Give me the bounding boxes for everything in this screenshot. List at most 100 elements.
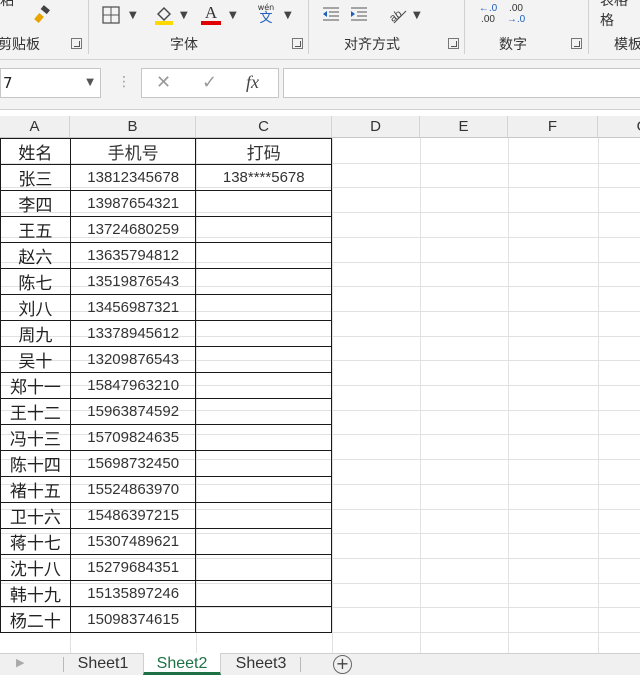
tab-sheet1[interactable]: Sheet1 [64, 653, 142, 675]
name-cell[interactable]: 陈十四 [0, 450, 71, 477]
masked-cell[interactable] [195, 580, 332, 607]
masked-cell[interactable] [195, 476, 332, 503]
group-divider [88, 0, 89, 54]
masked-cell[interactable]: 138****5678 [195, 164, 332, 191]
table-row: 沈十八 15279684351 [0, 554, 332, 581]
masked-cell[interactable] [195, 554, 332, 581]
masked-cell[interactable] [195, 424, 332, 451]
name-cell[interactable]: 褚十五 [0, 476, 71, 503]
phone-cell[interactable]: 15307489621 [69, 528, 197, 555]
header-cell[interactable]: 打码 [195, 138, 332, 165]
name-cell[interactable]: 张三 [0, 164, 71, 191]
phone-cell[interactable]: 15486397215 [69, 502, 197, 529]
phone-cell[interactable]: 13987654321 [69, 190, 197, 217]
column-header-d[interactable]: D [332, 116, 420, 138]
name-cell[interactable]: 王五 [0, 216, 71, 243]
confirm-entry-icon[interactable]: ✓ [202, 72, 217, 93]
masked-cell[interactable] [195, 606, 332, 633]
name-cell[interactable]: 韩十九 [0, 580, 71, 607]
alignment-launcher-icon[interactable] [448, 38, 459, 49]
masked-cell[interactable] [195, 268, 332, 295]
header-cell[interactable]: 姓名 [0, 138, 71, 165]
name-cell[interactable]: 王十二 [0, 398, 71, 425]
phone-cell[interactable]: 13519876543 [69, 268, 197, 295]
phone-cell[interactable]: 15098374615 [69, 606, 197, 633]
name-cell[interactable]: 蒋十七 [0, 528, 71, 555]
name-box[interactable]: 7 ▼ [0, 68, 101, 98]
phone-cell[interactable]: 15279684351 [69, 554, 197, 581]
text-orientation-icon[interactable]: ab [385, 4, 409, 26]
phone-cell[interactable]: 15524863970 [69, 476, 197, 503]
name-box-dropdown-icon[interactable]: ▼ [86, 69, 94, 97]
phonetic-dropdown-icon[interactable]: ▼ [284, 10, 292, 21]
fill-bucket-icon[interactable] [152, 4, 176, 26]
scroll-tabs-icon[interactable]: ▶ [16, 656, 24, 669]
phone-cell[interactable]: 15135897246 [69, 580, 197, 607]
phone-cell[interactable]: 15698732450 [69, 450, 197, 477]
name-cell[interactable]: 李四 [0, 190, 71, 217]
phone-cell[interactable]: 13209876543 [69, 346, 197, 373]
name-cell[interactable]: 周九 [0, 320, 71, 347]
name-cell[interactable]: 吴十 [0, 346, 71, 373]
masked-cell[interactable] [195, 502, 332, 529]
cancel-entry-icon[interactable]: ✕ [156, 72, 171, 93]
name-cell[interactable]: 杨二十 [0, 606, 71, 633]
column-header-g[interactable]: G [598, 116, 640, 138]
add-sheet-icon[interactable]: + [333, 655, 352, 674]
name-cell[interactable]: 冯十三 [0, 424, 71, 451]
masked-cell[interactable] [195, 346, 332, 373]
table-row: 韩十九 15135897246 [0, 580, 332, 607]
increase-decimal-icon[interactable]: ←.0 .00 [476, 3, 500, 25]
font-launcher-icon[interactable] [292, 38, 303, 49]
clipboard-launcher-icon[interactable] [71, 38, 82, 49]
phone-cell[interactable]: 13378945612 [69, 320, 197, 347]
name-cell[interactable]: 陈七 [0, 268, 71, 295]
increase-indent-icon[interactable] [348, 4, 370, 26]
masked-cell[interactable] [195, 450, 332, 477]
masked-cell[interactable] [195, 190, 332, 217]
masked-cell[interactable] [195, 320, 332, 347]
masked-cell[interactable] [195, 528, 332, 555]
font-color-dropdown-icon[interactable]: ▼ [229, 10, 237, 21]
name-cell[interactable]: 沈十八 [0, 554, 71, 581]
gridline [508, 138, 509, 653]
column-header-e[interactable]: E [420, 116, 508, 138]
header-cell[interactable]: 手机号 [69, 138, 197, 165]
masked-cell[interactable] [195, 216, 332, 243]
decrease-decimal-icon[interactable]: .00 →.0 [504, 3, 528, 25]
masked-cell[interactable] [195, 294, 332, 321]
fill-dropdown-icon[interactable]: ▼ [180, 10, 188, 21]
phone-cell[interactable]: 13724680259 [69, 216, 197, 243]
borders-dropdown-icon[interactable]: ▼ [129, 10, 137, 21]
tab-sheet2[interactable]: Sheet2 [143, 653, 221, 675]
name-cell[interactable]: 卫十六 [0, 502, 71, 529]
name-cell[interactable]: 刘八 [0, 294, 71, 321]
column-header-c[interactable]: C [196, 116, 332, 138]
formula-bar-resize-handle[interactable]: ⋮ [117, 74, 131, 90]
formula-input[interactable] [283, 68, 640, 98]
font-color-icon[interactable]: A [200, 4, 222, 26]
masked-cell[interactable] [195, 398, 332, 425]
number-launcher-icon[interactable] [571, 38, 582, 49]
masked-cell[interactable] [195, 242, 332, 269]
worksheet-grid[interactable]: A B C D E F G 姓名手机号打码张三13812345678138***… [0, 116, 640, 653]
paintbrush-icon[interactable] [30, 4, 54, 26]
phone-cell[interactable]: 15963874592 [69, 398, 197, 425]
phonetic-guide-icon[interactable]: wén 文 [254, 3, 278, 25]
border-grid-icon[interactable] [100, 4, 122, 26]
orientation-dropdown-icon[interactable]: ▼ [413, 10, 421, 21]
phone-cell[interactable]: 15709824635 [69, 424, 197, 451]
column-header-b[interactable]: B [70, 116, 196, 138]
phone-cell[interactable]: 15847963210 [69, 372, 197, 399]
phone-cell[interactable]: 13635794812 [69, 242, 197, 269]
column-header-a[interactable]: A [0, 116, 70, 138]
decrease-indent-icon[interactable] [320, 4, 342, 26]
column-header-f[interactable]: F [508, 116, 598, 138]
name-cell[interactable]: 赵六 [0, 242, 71, 269]
tab-sheet3[interactable]: Sheet3 [222, 653, 300, 675]
phone-cell[interactable]: 13456987321 [69, 294, 197, 321]
masked-cell[interactable] [195, 372, 332, 399]
phone-cell[interactable]: 13812345678 [69, 164, 197, 191]
insert-function-icon[interactable]: fx [246, 72, 259, 93]
name-cell[interactable]: 郑十一 [0, 372, 71, 399]
